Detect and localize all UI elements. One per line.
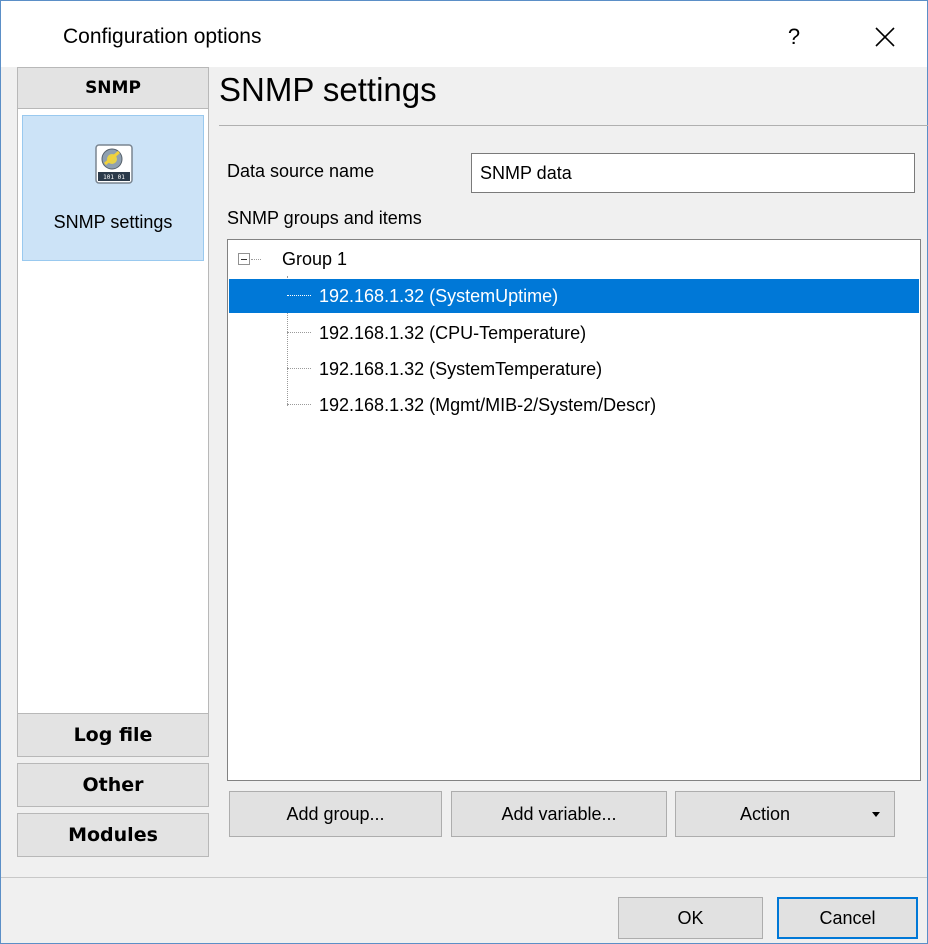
nav-pane: 101 01 SNMP settings (17, 109, 209, 713)
tree-item-label: 192.168.1.32 (SystemTemperature) (319, 359, 603, 379)
tree-connector (287, 332, 311, 333)
add-group-button[interactable]: Add group... (229, 791, 442, 837)
title-bar: Configuration options ? (1, 1, 927, 67)
tree-item-label: 192.168.1.32 (CPU-Temperature) (319, 323, 587, 343)
cancel-button[interactable]: Cancel (777, 897, 918, 939)
nav-section-other[interactable]: Other (17, 763, 209, 807)
snmp-groups-tree[interactable]: Group 1 192.168.1.32 (SystemUptime) 192.… (227, 239, 921, 781)
collapse-icon[interactable] (238, 253, 250, 265)
tree-item-label: 192.168.1.32 (SystemUptime) (319, 286, 559, 306)
help-button[interactable]: ? (767, 15, 821, 59)
tree-item[interactable]: 192.168.1.32 (SystemTemperature) (229, 352, 919, 386)
tree-connector (251, 259, 261, 260)
tree-connector (287, 368, 311, 369)
data-source-name-label: Data source name (227, 161, 375, 181)
tree-connector (287, 295, 311, 296)
svg-text:101 01: 101 01 (103, 174, 125, 181)
page-title: SNMP settings (219, 71, 437, 108)
add-variable-button[interactable]: Add variable... (451, 791, 667, 837)
action-button[interactable]: Action (675, 791, 895, 837)
nav-section-modules[interactable]: Modules (17, 813, 209, 857)
nav-section-log-file[interactable]: Log file (17, 713, 209, 757)
snmp-settings-icon: 101 01 (95, 144, 133, 184)
close-icon (875, 27, 895, 47)
tree-connector (287, 404, 311, 405)
footer-divider (1, 877, 927, 878)
tree-group-node[interactable]: Group 1 (282, 243, 347, 275)
snmp-groups-label: SNMP groups and items (227, 208, 422, 228)
close-button[interactable] (857, 15, 911, 59)
window-title: Configuration options (63, 25, 262, 48)
ok-button[interactable]: OK (618, 897, 763, 939)
title-divider (219, 125, 928, 126)
nav-item-snmp-settings[interactable]: 101 01 SNMP settings (22, 115, 204, 261)
dropdown-arrow-icon (872, 812, 880, 817)
nav-section-snmp[interactable]: SNMP (17, 67, 209, 109)
nav-item-label: SNMP settings (53, 212, 173, 232)
configuration-dialog: Configuration options ? SNMP 101 01 SNMP… (0, 0, 928, 944)
tree-item[interactable]: 192.168.1.32 (CPU-Temperature) (229, 316, 919, 350)
tree-item-label: 192.168.1.32 (Mgmt/MIB-2/System/Descr) (319, 395, 657, 415)
data-source-name-input[interactable] (471, 153, 915, 193)
action-button-label: Action (740, 804, 791, 824)
tree-item[interactable]: 192.168.1.32 (SystemUptime) (229, 279, 919, 313)
tree-item[interactable]: 192.168.1.32 (Mgmt/MIB-2/System/Descr) (229, 388, 919, 422)
